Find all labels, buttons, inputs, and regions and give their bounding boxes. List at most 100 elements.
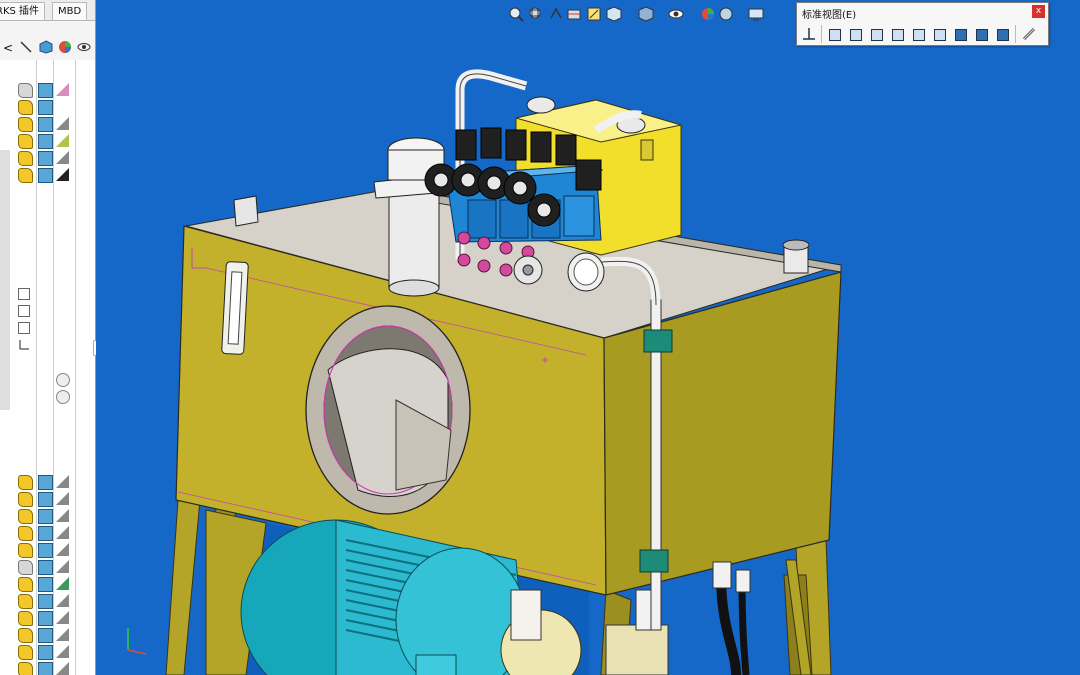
mate-icon [56,134,69,147]
plane-icon[interactable] [18,322,30,334]
view-orientation-icon[interactable] [606,6,622,22]
toggle-icon[interactable] [56,390,70,404]
component-icon [18,594,33,609]
plane-icon[interactable] [18,288,30,300]
scene-icon[interactable] [718,6,734,22]
tab-addins[interactable]: RKS 插件 [0,2,46,20]
back-view-icon[interactable] [848,26,864,42]
component-icon [18,526,33,541]
mate-icon [56,645,69,658]
part-icon [38,594,53,609]
part-icon [38,645,53,660]
tree-row[interactable] [16,167,76,183]
previous-view-icon[interactable] [548,6,564,22]
mate-icon [56,628,69,641]
tree-row[interactable] [16,82,76,98]
collapse-arrow-icon[interactable]: < [0,40,16,56]
mate-icon [56,492,69,505]
plane-icon[interactable] [18,305,30,317]
tab-mbd[interactable]: MBD [52,2,88,20]
tree-row[interactable] [16,474,76,490]
mate-icon [56,509,69,522]
link-view-icon[interactable] [1021,26,1037,42]
bottom-view-icon[interactable] [932,26,948,42]
part-icon [38,577,53,592]
feature-tree [0,60,95,675]
component-icon [18,475,33,490]
component-icon [18,83,33,98]
tree-row[interactable] [16,559,76,575]
tree-row[interactable] [16,610,76,626]
component-icon [18,543,33,558]
component-icon [18,509,33,524]
mate-icon [56,475,69,488]
feature-manager-panel: RKS 插件 MBD < [0,0,96,675]
part-icon [38,560,53,575]
part-icon [38,662,53,675]
component-icon [18,662,33,675]
mate-icon [56,151,69,164]
component-icon [18,628,33,643]
component-icon [18,151,33,166]
view-settings-icon[interactable] [748,6,764,22]
component-icon [18,577,33,592]
part-icon [38,492,53,507]
dynamic-annotation-icon[interactable] [586,6,602,22]
zoom-area-icon[interactable] [528,6,544,22]
toggle-icon[interactable] [56,373,70,387]
tree-toolbar: < [0,40,95,58]
tree-row[interactable] [16,150,76,166]
hide-show-icon[interactable] [668,6,684,22]
trimetric-icon[interactable] [974,26,990,42]
part-icon [38,475,53,490]
part-icon [38,526,53,541]
tree-row[interactable] [16,576,76,592]
origin-icon[interactable] [18,339,30,351]
front-view-icon[interactable] [827,26,843,42]
tree-row[interactable] [16,99,76,115]
part-icon [38,168,53,183]
tree-row[interactable] [16,593,76,609]
normal-to-icon[interactable] [801,26,817,42]
mate-icon [56,543,69,556]
mate-icon [56,168,69,181]
mate-icon [56,83,69,96]
appearance-icon[interactable] [700,6,716,22]
tree-row[interactable] [16,542,76,558]
mate-icon [56,560,69,573]
isometric-icon[interactable] [953,26,969,42]
tree-row[interactable] [16,116,76,132]
component-icon [18,645,33,660]
zoom-to-fit-icon[interactable] [508,6,524,22]
dimetric-icon[interactable] [995,26,1011,42]
mate-icon [56,662,69,675]
graphics-viewport[interactable]: 标准视图(E) x [96,0,1080,675]
component-icon [18,168,33,183]
section-view-icon[interactable] [566,6,582,22]
tree-row[interactable] [16,491,76,507]
appearance-ball-icon[interactable] [57,40,73,56]
tree-row[interactable] [16,525,76,541]
tree-row[interactable] [16,133,76,149]
sketch-line-icon[interactable] [18,40,34,56]
close-button[interactable]: x [1032,5,1045,18]
tree-row[interactable] [16,644,76,660]
tree-row[interactable] [16,627,76,643]
tree-row[interactable] [16,508,76,524]
display-pane-eye-icon[interactable] [76,40,92,56]
left-view-icon[interactable] [869,26,885,42]
standard-views-popup: 标准视图(E) x [796,2,1049,46]
tree-scrollbar[interactable] [0,150,10,410]
part-icon [38,628,53,643]
part-cube-icon[interactable] [38,40,54,56]
part-icon [38,100,53,115]
component-icon [18,492,33,507]
part-icon [38,611,53,626]
hydraulic-unit-model [165,69,842,675]
standard-views-title: 标准视图(E) [802,10,857,21]
tree-row[interactable] [16,661,76,675]
right-view-icon[interactable] [890,26,906,42]
part-icon [38,543,53,558]
display-style-icon[interactable] [638,6,654,22]
top-view-icon[interactable] [911,26,927,42]
